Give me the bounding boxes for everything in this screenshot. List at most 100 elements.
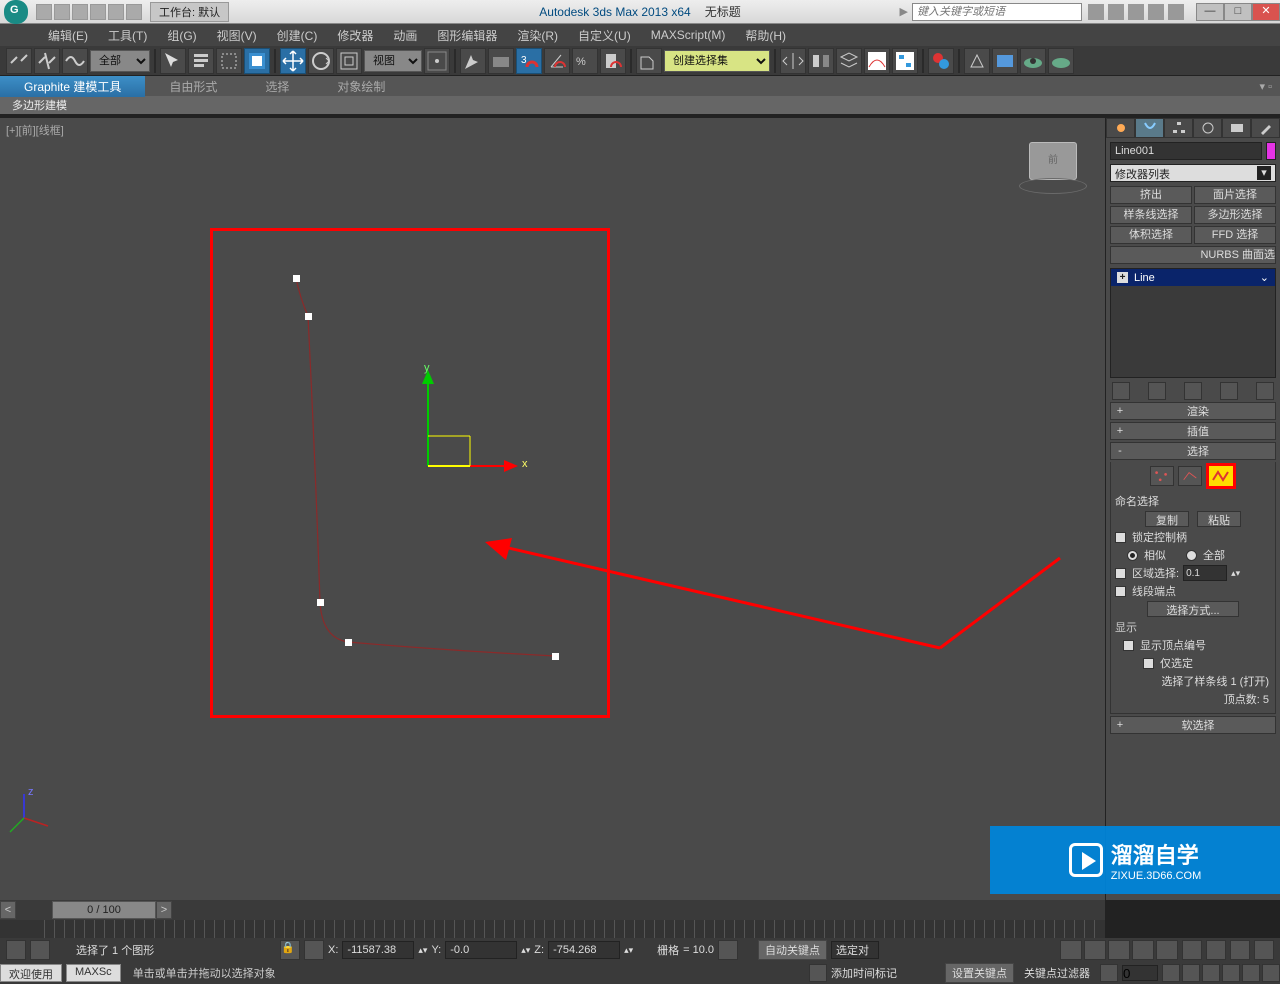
ribbon-tab-freeform[interactable]: 自由形式 [145,76,241,97]
viewport-area[interactable]: [+][前][线框] 前 x y z [0,118,1105,900]
coord-x-field[interactable] [342,941,414,959]
snap-toggle-icon[interactable]: 3 [516,48,542,74]
coord-z-field[interactable] [548,941,620,959]
save-icon[interactable] [72,4,88,20]
select-manipulate-icon[interactable] [460,48,486,74]
selection-filter[interactable]: 全部 [90,50,150,72]
spline-vertex[interactable] [305,313,312,320]
rollout-select-header[interactable]: -选择 [1110,442,1276,460]
selected-sel-set-field[interactable] [831,941,879,959]
remove-modifier-icon[interactable] [1220,382,1238,400]
setkey-button[interactable]: 设置关键点 [945,963,1014,983]
menu-help[interactable]: 帮助(H) [735,25,796,46]
minimize-button[interactable]: — [1196,3,1224,21]
pin-stack-icon[interactable] [1112,382,1130,400]
transform-type-in-icon[interactable] [304,940,324,960]
autokey-button[interactable]: 自动关键点 [758,940,827,960]
render-production-icon[interactable] [1020,48,1046,74]
viewport-nav-icon[interactable] [1230,940,1250,960]
spline-vertex[interactable] [552,653,559,660]
spline-vertex[interactable] [293,275,300,282]
modifier-stack-item[interactable]: + Line ⌄ [1111,269,1275,286]
menu-create[interactable]: 创建(C) [267,25,328,46]
ribbon-tab-selection[interactable]: 选择 [241,76,313,97]
spline-vertex[interactable] [345,639,352,646]
copy-button[interactable]: 复制 [1145,511,1189,527]
tab-create[interactable] [1106,118,1135,138]
move-icon[interactable] [280,48,306,74]
open-icon[interactable] [54,4,70,20]
menu-customize[interactable]: 自定义(U) [568,25,641,46]
coord-y-field[interactable] [445,941,517,959]
object-name-field[interactable] [1110,142,1262,160]
btn-nurbs-select[interactable]: NURBS 曲面选 [1110,246,1276,264]
time-slider[interactable]: < 0 / 100 > [0,900,1105,920]
maxscript-listener-box[interactable]: MAXSc [66,964,121,982]
so-segment-icon[interactable] [1178,466,1202,486]
exchange-icon[interactable] [1128,4,1144,20]
viewport-nav-icon[interactable] [1254,940,1274,960]
angle-snap-icon[interactable] [544,48,570,74]
modifier-list-dropdown[interactable]: 修改器列表▾ [1110,164,1276,182]
select-by-button[interactable]: 选择方式... [1147,601,1238,617]
select-by-name-icon[interactable] [188,48,214,74]
add-time-tag-label[interactable]: 添加时间标记 [831,965,897,981]
tab-modify[interactable] [1135,118,1164,138]
menu-maxscript[interactable]: MAXScript(M) [641,26,736,44]
isolate-icon[interactable] [30,940,50,960]
time-next-button[interactable]: > [156,901,172,919]
keyboard-shortcut-icon[interactable] [488,48,514,74]
ribbon-tab-graphite[interactable]: Graphite 建模工具 [0,76,145,97]
undo-icon[interactable] [90,4,106,20]
key-filters-button[interactable]: 关键点过滤器 [1018,964,1096,982]
menu-tools[interactable]: 工具(T) [98,25,157,46]
absolute-relative-icon[interactable]: 🔒 [280,940,300,960]
rendered-frame-icon[interactable] [992,48,1018,74]
btn-face-select[interactable]: 面片选择 [1194,186,1276,204]
tab-hierarchy[interactable] [1164,118,1193,138]
welcome-box[interactable]: 欢迎使用 [0,964,62,982]
menu-rendering[interactable]: 渲染(R) [507,25,568,46]
scale-icon[interactable] [336,48,362,74]
so-vertex-icon[interactable] [1150,466,1174,486]
project-icon[interactable] [126,4,142,20]
material-editor-icon[interactable] [928,48,954,74]
subscription-icon[interactable] [1108,4,1124,20]
object-color-swatch[interactable] [1266,142,1276,160]
orbit-icon[interactable] [1242,964,1260,982]
viewport-nav-icon[interactable] [1182,940,1202,960]
spinner-snap-icon[interactable] [600,48,626,74]
search-icon[interactable] [1088,4,1104,20]
key-mode-icon[interactable] [1100,964,1118,982]
btn-spline-select[interactable]: 样条线选择 [1110,206,1192,224]
time-slider-handle[interactable]: 0 / 100 [52,901,156,919]
menu-animation[interactable]: 动画 [383,25,427,46]
zoom-extents-icon[interactable] [1202,964,1220,982]
unlink-icon[interactable] [34,48,60,74]
tab-motion[interactable] [1193,118,1222,138]
rollout-softsel-header[interactable]: +软选择 [1110,716,1276,734]
next-frame-icon[interactable] [1132,940,1154,960]
maximize-button[interactable]: □ [1224,3,1252,21]
align-icon[interactable] [808,48,834,74]
radio-all[interactable] [1186,550,1197,561]
menu-graph-editors[interactable]: 图形编辑器 [427,25,507,46]
curve-editor-icon[interactable] [864,48,890,74]
viewport-nav-icon[interactable] [1206,940,1226,960]
selected-only-checkbox[interactable] [1143,658,1154,669]
tab-utilities[interactable] [1251,118,1280,138]
show-end-result-icon[interactable] [1148,382,1166,400]
goto-end-icon[interactable] [1156,940,1178,960]
ribbon-collapse-icon[interactable]: ▾ ▫ [1252,80,1280,93]
workspace-selector[interactable]: 工作台: 默认 [150,2,229,22]
spline-vertex[interactable] [317,599,324,606]
goto-start-icon[interactable] [1060,940,1082,960]
time-prev-button[interactable]: < [0,901,16,919]
new-icon[interactable] [36,4,52,20]
btn-poly-select[interactable]: 多边形选择 [1194,206,1276,224]
lock-handles-checkbox[interactable] [1115,532,1126,543]
link-icon[interactable] [6,48,32,74]
grid-settings-icon[interactable] [718,940,738,960]
so-spline-icon[interactable] [1206,463,1236,489]
track-bar[interactable] [0,920,1105,938]
